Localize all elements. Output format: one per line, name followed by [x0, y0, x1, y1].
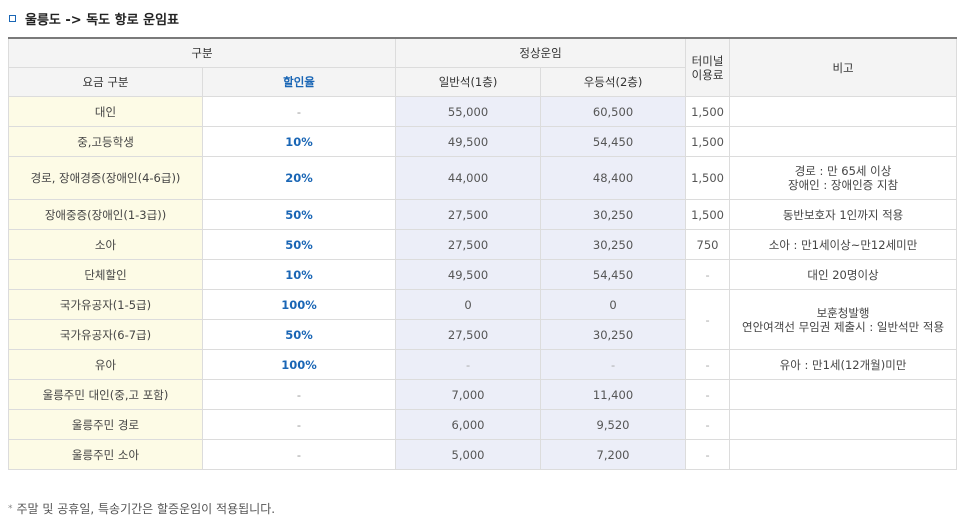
- general-fare: 49,500: [395, 126, 542, 157]
- discount-rate: 50%: [201, 229, 397, 260]
- terminal-fee: -: [685, 349, 731, 380]
- remark: 경로 : 만 65세 이상 장애인 : 장애인증 지참: [729, 156, 958, 200]
- premium-fare: 30,250: [540, 199, 687, 230]
- fare-table: 구분 정상운임 터미널 이용료 비고 요금 구분 할인율 일반석(1층) 우등석…: [7, 37, 958, 470]
- general-fare: -: [395, 349, 542, 380]
- remark: [729, 126, 958, 157]
- general-fare: 7,000: [395, 379, 542, 410]
- table-row: 울릉주민 소아 - 5,000 7,200 -: [8, 439, 958, 470]
- premium-fare: 54,450: [540, 259, 687, 290]
- general-fare: 5,000: [395, 439, 542, 470]
- discount-rate: 10%: [201, 126, 397, 157]
- discount-rate: -: [201, 379, 397, 410]
- general-fare: 6,000: [395, 409, 542, 440]
- terminal-fee: -: [685, 289, 731, 350]
- terminal-fee: -: [685, 259, 731, 290]
- general-fare: 55,000: [395, 96, 542, 127]
- remark: 유아 : 만1세(12개월)미만: [729, 349, 958, 380]
- premium-fare: 30,250: [540, 319, 687, 350]
- fare-category: 유아: [8, 349, 203, 380]
- discount-rate: 100%: [201, 289, 397, 320]
- table-row: 울릉주민 경로 - 6,000 9,520 -: [8, 409, 958, 440]
- premium-fare: 30,250: [540, 229, 687, 260]
- square-bullet-icon: [9, 14, 16, 22]
- terminal-fee: 1,500: [685, 156, 731, 200]
- discount-rate: -: [201, 409, 397, 440]
- premium-fare: 54,450: [540, 126, 687, 157]
- fare-category: 장애중증(장애인(1-3급)): [8, 199, 203, 230]
- terminal-fee: -: [685, 379, 731, 410]
- premium-fare: 48,400: [540, 156, 687, 200]
- footnote: * 주말 및 공휴일, 특송기간은 할증운임이 적용됩니다.: [8, 500, 275, 517]
- table-row: 소아 50% 27,500 30,250 750 소아 : 만1세이상~만12세…: [8, 229, 958, 260]
- header-discount-rate: 할인율: [201, 67, 397, 97]
- fare-category: 중,고등학생: [8, 126, 203, 157]
- footnote-text: 주말 및 공휴일, 특송기간은 할증운임이 적용됩니다.: [16, 502, 276, 516]
- discount-rate: 10%: [201, 259, 397, 290]
- general-fare: 49,500: [395, 259, 542, 290]
- discount-rate: -: [201, 96, 397, 127]
- header-regular-fare: 정상운임: [395, 37, 687, 68]
- remark: 동반보호자 1인까지 적용: [729, 199, 958, 230]
- premium-fare: 60,500: [540, 96, 687, 127]
- general-fare: 27,500: [395, 229, 542, 260]
- fare-category: 국가유공자(1-5급): [8, 289, 203, 320]
- fare-category: 소아: [8, 229, 203, 260]
- terminal-fee: 1,500: [685, 126, 731, 157]
- remark: 보훈청발행 연안여객선 무임권 제출시 : 일반석만 적용: [729, 289, 958, 350]
- table-row: 유아 100% - - - 유아 : 만1세(12개월)미만: [8, 349, 958, 380]
- remark: 소아 : 만1세이상~만12세미만: [729, 229, 958, 260]
- general-fare: 44,000: [395, 156, 542, 200]
- page-title-text: 울릉도 -> 독도 항로 운임표: [25, 12, 179, 28]
- table-row: 단체할인 10% 49,500 54,450 - 대인 20명이상: [8, 259, 958, 290]
- remark: [729, 96, 958, 127]
- asterisk-icon: *: [8, 503, 13, 514]
- fare-category: 국가유공자(6-7급): [8, 319, 203, 350]
- table-row: 장애중증(장애인(1-3급)) 50% 27,500 30,250 1,500 …: [8, 199, 958, 230]
- table-row: 중,고등학생 10% 49,500 54,450 1,500: [8, 126, 958, 157]
- general-fare: 0: [395, 289, 542, 320]
- fare-category: 울릉주민 소아: [8, 439, 203, 470]
- remark-text: 경로 : 만 65세 이상 장애인 : 장애인증 지참: [788, 164, 899, 192]
- remark: [729, 379, 958, 410]
- premium-fare: 9,520: [540, 409, 687, 440]
- table-row: 국가유공자(1-5급) 100% 0 0 - 보훈청발행 연안여객선 무임권 제…: [8, 289, 958, 350]
- discount-rate: 100%: [201, 349, 397, 380]
- discount-rate: 50%: [201, 319, 397, 350]
- fare-category: 대인: [8, 96, 203, 127]
- terminal-fee: -: [685, 409, 731, 440]
- remark: [729, 439, 958, 470]
- discount-rate: -: [201, 439, 397, 470]
- table-row: 울릉주민 대인(중,고 포함) - 7,000 11,400 -: [8, 379, 958, 410]
- terminal-fee: 1,500: [685, 199, 731, 230]
- header-remarks: 비고: [729, 37, 958, 97]
- remark: 대인 20명이상: [729, 259, 958, 290]
- premium-fare: 0: [540, 289, 687, 320]
- terminal-fee: -: [685, 439, 731, 470]
- premium-fare: 11,400: [540, 379, 687, 410]
- terminal-fee: 1,500: [685, 96, 731, 127]
- fare-category: 울릉주민 경로: [8, 409, 203, 440]
- fare-category: 경로, 장애경증(장애인(4-6급)): [8, 156, 203, 200]
- fare-category: 울릉주민 대인(중,고 포함): [8, 379, 203, 410]
- general-fare: 27,500: [395, 199, 542, 230]
- header-fare-type: 요금 구분: [8, 67, 203, 97]
- table-row: 대인 - 55,000 60,500 1,500: [8, 96, 958, 127]
- premium-fare: -: [540, 349, 687, 380]
- page-title: 울릉도 -> 독도 항로 운임표: [8, 8, 179, 28]
- remark: [729, 409, 958, 440]
- header-terminal-fee-text: 터미널 이용료: [691, 53, 724, 82]
- remark-text: 보훈청발행 연안여객선 무임권 제출시 : 일반석만 적용: [742, 305, 945, 334]
- header-premium-seat: 우등석(2층): [540, 67, 687, 97]
- terminal-fee: 750: [685, 229, 731, 260]
- header-terminal-fee: 터미널 이용료: [685, 37, 731, 97]
- fare-category: 단체할인: [8, 259, 203, 290]
- header-general-seat: 일반석(1층): [395, 67, 542, 97]
- table-row: 경로, 장애경증(장애인(4-6급)) 20% 44,000 48,400 1,…: [8, 156, 958, 200]
- premium-fare: 7,200: [540, 439, 687, 470]
- general-fare: 27,500: [395, 319, 542, 350]
- discount-rate: 50%: [201, 199, 397, 230]
- discount-rate: 20%: [201, 156, 397, 200]
- header-category-group: 구분: [7, 37, 397, 68]
